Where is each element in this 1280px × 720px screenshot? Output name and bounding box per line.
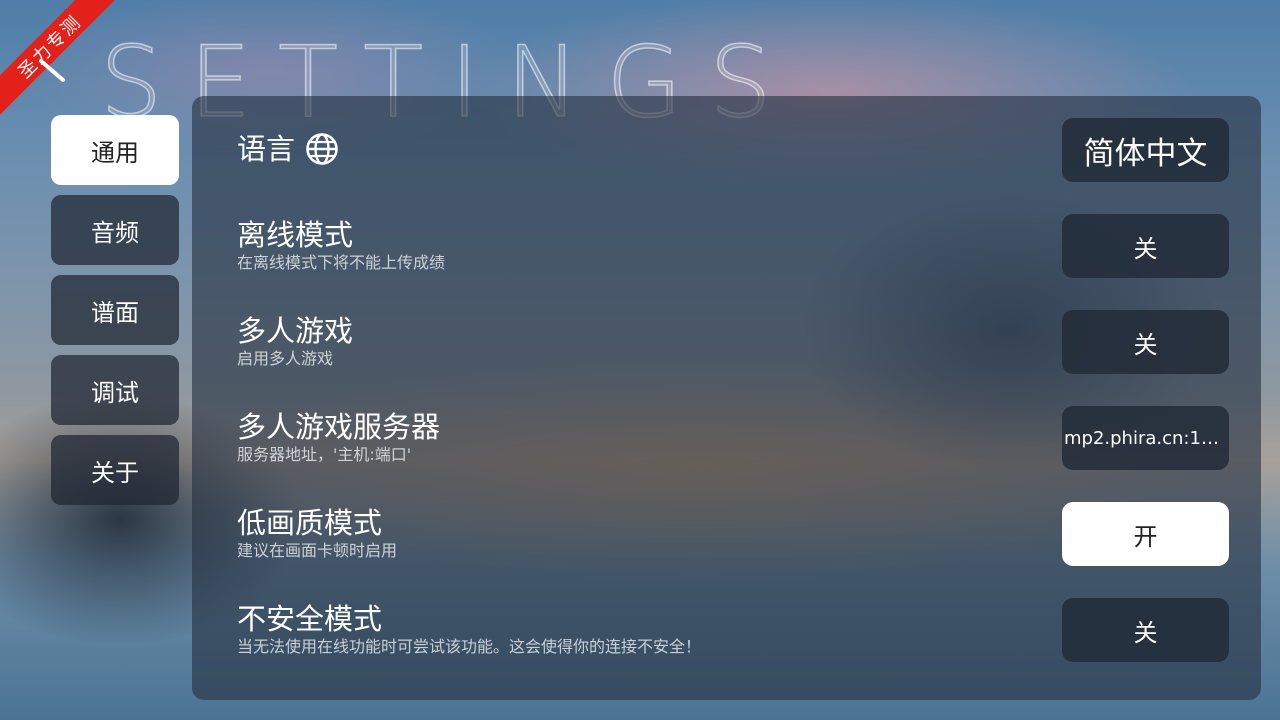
globe-icon: [306, 133, 338, 166]
language-label: 语言: [237, 132, 296, 166]
unsafe-toggle[interactable]: 关: [1062, 598, 1229, 662]
offline-toggle[interactable]: 关: [1062, 214, 1229, 278]
tab-about[interactable]: 关于: [51, 435, 179, 505]
language-select[interactable]: 简体中文: [1062, 118, 1229, 182]
server-address-input[interactable]: mp2.phira.cn:1…: [1062, 406, 1229, 470]
tab-debug[interactable]: 调试: [51, 355, 179, 425]
multiplayer-toggle[interactable]: 关: [1062, 310, 1229, 374]
tab-chart[interactable]: 谱面: [51, 275, 179, 345]
low-quality-toggle[interactable]: 开: [1062, 502, 1229, 566]
back-arrow-icon[interactable]: [38, 58, 68, 84]
sidebar: 通用 音频 谱面 调试 关于: [51, 115, 179, 515]
tab-audio[interactable]: 音频: [51, 195, 179, 265]
settings-panel: 语言 简体中文 离线模式 在离线模式下将不能上传成绩 关 多人游戏 启用多人游戏…: [192, 96, 1261, 700]
tab-general[interactable]: 通用: [51, 115, 179, 185]
